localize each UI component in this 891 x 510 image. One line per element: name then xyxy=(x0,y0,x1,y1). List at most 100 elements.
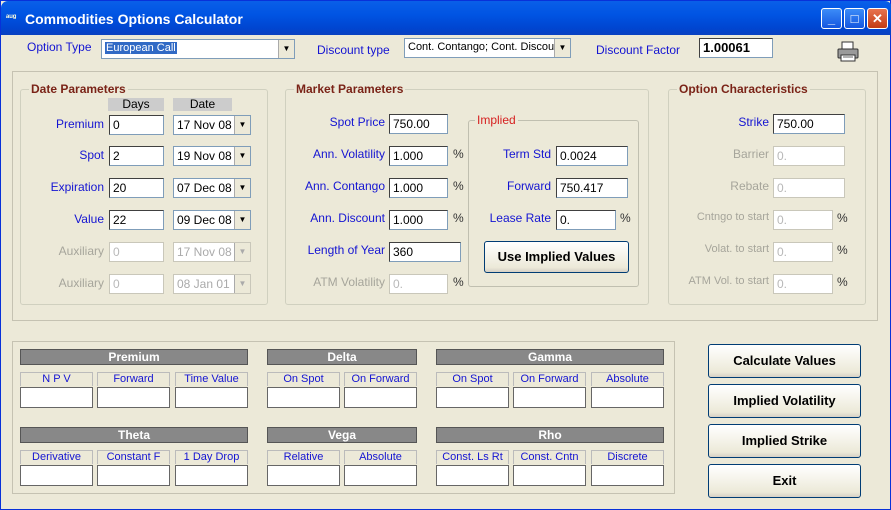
date-value: 17 Nov 08 xyxy=(177,245,232,259)
gamma-output-field xyxy=(513,387,586,408)
date-row-label: Premium xyxy=(55,117,104,131)
market-value-field[interactable]: 750.00 xyxy=(389,114,448,134)
percent-unit: % xyxy=(453,147,464,161)
implied-value-field[interactable]: 0.0024 xyxy=(556,146,628,166)
discount-factor-label: Discount Factor xyxy=(596,43,681,57)
discount-type-value: Cont. Contango; Cont. Discou xyxy=(408,41,555,53)
discount-type-select[interactable]: Cont. Contango; Cont. Discou ▼ xyxy=(404,38,571,58)
close-button[interactable]: ✕ xyxy=(867,8,888,29)
premium-output-field xyxy=(175,387,248,408)
rho-output-field xyxy=(436,465,509,486)
percent-unit: % xyxy=(453,275,464,289)
window-title: Commodities Options Calculator xyxy=(25,11,243,27)
implied-value-field[interactable]: 750.417 xyxy=(556,178,628,198)
market-value-field[interactable]: 360 xyxy=(389,242,461,262)
discount-factor-field: 1.00061 xyxy=(699,38,773,58)
market-value-field[interactable]: 1.000 xyxy=(389,146,448,166)
gamma-column-label: Absolute xyxy=(591,372,664,386)
implied-row-label: Lease Rate xyxy=(489,211,551,225)
percent-unit: % xyxy=(620,211,631,225)
date-select: 08 Jan 01 ▼ xyxy=(173,274,251,294)
days-field[interactable]: 0 xyxy=(109,115,164,135)
rho-column-label: Discrete xyxy=(591,450,664,464)
premium-output-field xyxy=(20,387,93,408)
market-row-label: Ann. Volatility xyxy=(312,147,385,161)
days-field[interactable]: 22 xyxy=(109,210,164,230)
option-row-label: ATM Vol. to start xyxy=(688,275,770,287)
chevron-down-icon[interactable]: ▼ xyxy=(234,211,250,229)
market-parameters-title: Market Parameters xyxy=(294,82,406,96)
theta-output-field xyxy=(20,465,93,486)
vega-output-field xyxy=(344,465,417,486)
percent-unit: % xyxy=(837,275,848,289)
days-field[interactable]: 20 xyxy=(109,178,164,198)
date-value: 19 Nov 08 xyxy=(177,149,232,163)
chevron-down-icon[interactable]: ▼ xyxy=(234,179,250,197)
days-field[interactable]: 2 xyxy=(109,146,164,166)
implied-row-label: Forward xyxy=(506,179,551,193)
implied-volatility-button[interactable]: Implied Volatility xyxy=(708,384,861,418)
date-value: 09 Dec 08 xyxy=(177,213,232,227)
option-row-label: Barrier xyxy=(732,147,769,161)
date-row-label: Auxiliary xyxy=(58,244,104,258)
market-row-label: Ann. Discount xyxy=(310,211,385,225)
option-value-field: 0. xyxy=(773,146,845,166)
option-type-select[interactable]: European Call ▼ xyxy=(101,39,295,59)
date-row-label: Expiration xyxy=(50,180,104,194)
theta-header: Theta xyxy=(20,427,248,443)
days-header: Days xyxy=(108,98,164,111)
market-row-label: Ann. Contango xyxy=(304,179,385,193)
option-value-field: 0. xyxy=(773,242,833,262)
chevron-down-icon[interactable]: ▼ xyxy=(278,40,294,58)
chevron-down-icon[interactable]: ▼ xyxy=(554,39,570,57)
theta-output-field xyxy=(175,465,248,486)
maximize-icon: □ xyxy=(850,11,859,26)
chevron-down-icon[interactable]: ▼ xyxy=(234,147,250,165)
rho-header: Rho xyxy=(436,427,664,443)
premium-header: Premium xyxy=(20,349,248,365)
exit-button[interactable]: Exit xyxy=(708,464,861,498)
theta-output-field xyxy=(97,465,170,486)
theta-column-label: Constant F xyxy=(97,450,170,464)
option-row-label: Cntngo to start xyxy=(696,211,769,223)
vega-column-label: Absolute xyxy=(344,450,417,464)
option-value-field[interactable]: 750.00 xyxy=(773,114,845,134)
maximize-button[interactable]: □ xyxy=(844,8,865,29)
use-implied-values-button[interactable]: Use Implied Values xyxy=(484,241,629,273)
option-type-label: Option Type xyxy=(27,40,92,54)
market-value-field[interactable]: 1.000 xyxy=(389,210,448,230)
gamma-output-field xyxy=(436,387,509,408)
percent-unit: % xyxy=(837,211,848,225)
date-value: 07 Dec 08 xyxy=(177,181,232,195)
market-value-field[interactable]: 1.000 xyxy=(389,178,448,198)
minimize-icon: _ xyxy=(827,11,836,26)
gamma-column-label: On Spot xyxy=(436,372,509,386)
chevron-down-icon[interactable]: ▼ xyxy=(234,116,250,134)
minimize-button[interactable]: _ xyxy=(821,8,842,29)
delta-output-field xyxy=(267,387,340,408)
option-value-field: 0. xyxy=(773,274,833,294)
rho-output-field xyxy=(591,465,664,486)
vega-output-field xyxy=(267,465,340,486)
option-type-value: European Call xyxy=(105,42,177,54)
implied-value-field[interactable]: 0. xyxy=(556,210,616,230)
calculate-values-button[interactable]: Calculate Values xyxy=(708,344,861,378)
date-select[interactable]: 09 Dec 08 ▼ xyxy=(173,210,251,230)
app-icon: ᵃᵘᵍ xyxy=(6,12,17,22)
implied-strike-button[interactable]: Implied Strike xyxy=(708,424,861,458)
date-select[interactable]: 19 Nov 08 ▼ xyxy=(173,146,251,166)
date-select[interactable]: 07 Dec 08 ▼ xyxy=(173,178,251,198)
market-row-label: ATM Volatility xyxy=(313,275,385,289)
title-bar[interactable]: ᵃᵘᵍ Commodities Options Calculator _ □ ✕ xyxy=(1,1,891,35)
date-row-label: Spot xyxy=(79,148,104,162)
delta-output-field xyxy=(344,387,417,408)
market-row-label: Spot Price xyxy=(329,115,385,129)
theta-column-label: 1 Day Drop xyxy=(175,450,248,464)
gamma-header: Gamma xyxy=(436,349,664,365)
vega-header: Vega xyxy=(267,427,417,443)
implied-row-label: Term Std xyxy=(502,147,551,161)
date-select[interactable]: 17 Nov 08 ▼ xyxy=(173,115,251,135)
days-field: 0 xyxy=(109,274,164,294)
printer-icon[interactable] xyxy=(836,41,860,63)
premium-column-label: N P V xyxy=(20,372,93,386)
